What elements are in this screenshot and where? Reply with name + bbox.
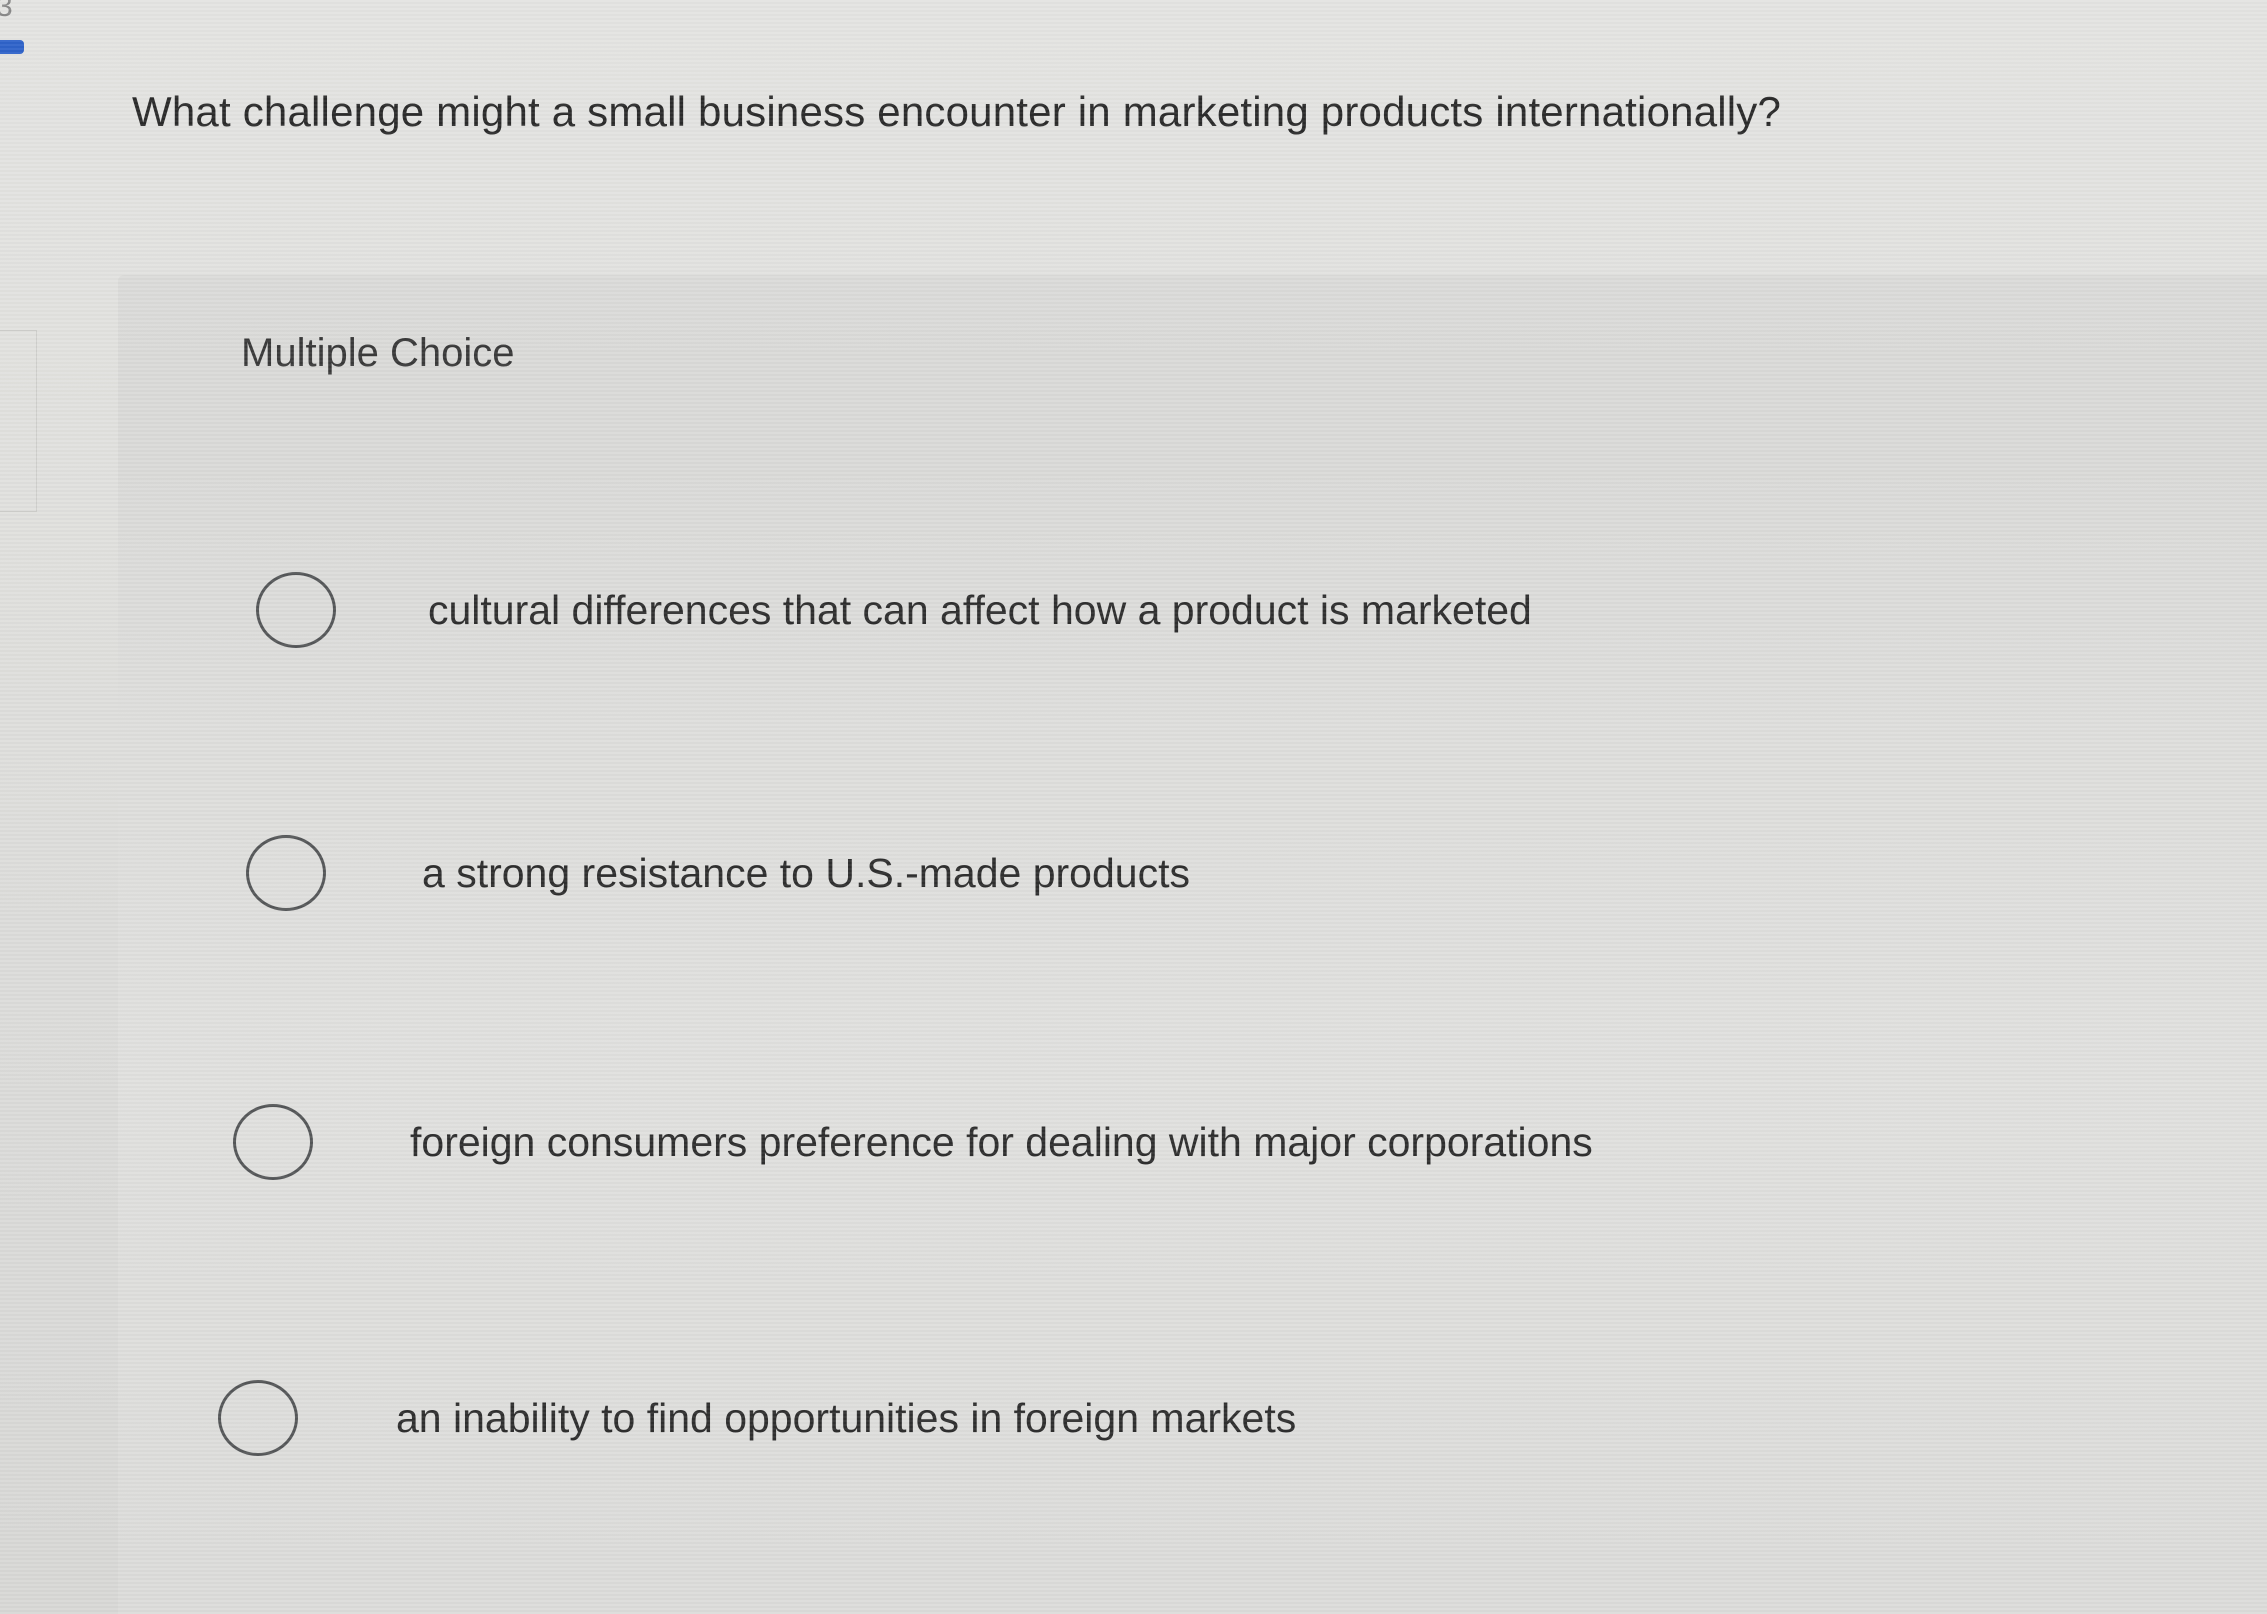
answer-option-label[interactable]: a strong resistance to U.S.-made product… [422, 850, 1190, 897]
answer-option[interactable]: an inability to find opportunities in fo… [218, 1380, 1296, 1456]
answer-option-label[interactable]: foreign consumers preference for dealing… [410, 1119, 1593, 1166]
radio-button-icon[interactable] [246, 835, 326, 911]
question-text: What challenge might a small business en… [132, 88, 1782, 135]
answer-options: cultural differences that can affect how… [118, 275, 2267, 1614]
answer-option[interactable]: a strong resistance to U.S.-made product… [246, 835, 1190, 911]
answer-option[interactable]: cultural differences that can affect how… [256, 572, 1532, 648]
radio-button-icon[interactable] [218, 1380, 298, 1456]
answer-option-label[interactable]: an inability to find opportunities in fo… [396, 1395, 1296, 1442]
progress-marker [0, 40, 24, 54]
answer-option-label[interactable]: cultural differences that can affect how… [428, 587, 1532, 634]
answer-panel: Multiple Choice cultural differences tha… [118, 275, 2267, 1614]
radio-button-icon[interactable] [256, 572, 336, 648]
left-sidebar-edge [0, 330, 37, 512]
answer-option[interactable]: foreign consumers preference for dealing… [233, 1104, 1593, 1180]
radio-button-icon[interactable] [233, 1104, 313, 1180]
left-edge-glyph: 3 [0, 0, 13, 23]
